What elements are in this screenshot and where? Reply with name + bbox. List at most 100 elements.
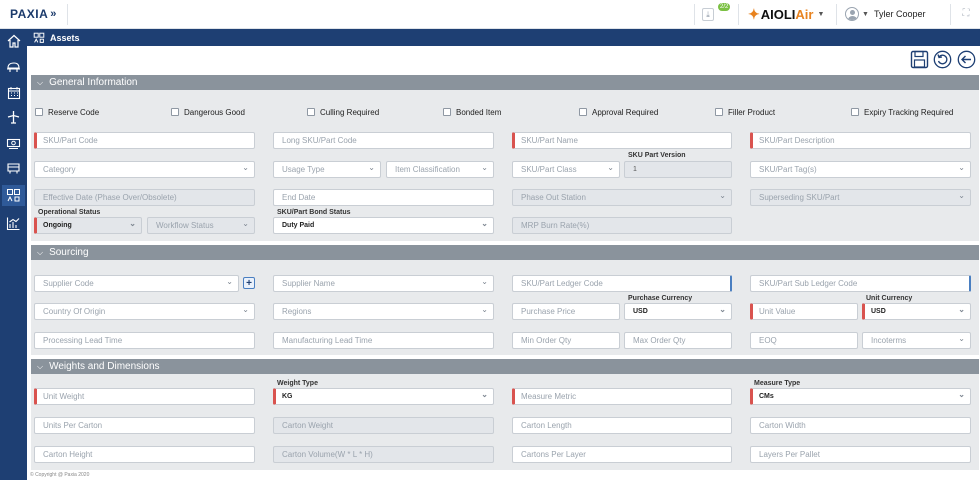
checkbox[interactable] bbox=[851, 108, 859, 116]
save-icon[interactable] bbox=[910, 50, 929, 69]
workflow-status-select[interactable]: Workflow Status bbox=[147, 217, 255, 234]
refresh-icon[interactable] bbox=[933, 50, 952, 69]
sku-part-version-field: 1 bbox=[624, 161, 732, 178]
download-icon[interactable]: ⤓ bbox=[702, 8, 714, 21]
end-date-field[interactable]: End Date bbox=[273, 189, 494, 206]
checkbox[interactable] bbox=[579, 108, 587, 116]
bond-status-select[interactable]: Duty Paid bbox=[273, 217, 494, 234]
supplier-name-select[interactable]: Supplier Name bbox=[273, 275, 494, 292]
assets-icon[interactable] bbox=[2, 185, 25, 206]
section-weights-and-dimensions[interactable]: ⌵ Weights and Dimensions bbox=[31, 359, 979, 374]
purchase-currency-label: Purchase Currency bbox=[628, 295, 693, 302]
carton-height-field[interactable]: Carton Height bbox=[34, 446, 255, 463]
report-chart-icon[interactable] bbox=[5, 215, 22, 232]
manufacturing-lead-time-field[interactable]: Manufacturing Lead Time bbox=[273, 332, 494, 349]
superseding-sku-part-select[interactable]: Superseding SKU/Part bbox=[750, 189, 971, 206]
incoterms-select[interactable]: Incoterms bbox=[862, 332, 971, 349]
checkbox-label: Bonded Item bbox=[456, 107, 502, 117]
user-menu[interactable]: ▼ Tyler Cooper bbox=[845, 7, 925, 21]
divider bbox=[836, 4, 837, 25]
divider bbox=[67, 4, 68, 25]
country-of-origin-select[interactable]: Country Of Origin bbox=[34, 303, 255, 320]
logo-text: PAXIA bbox=[10, 7, 49, 21]
checkbox-approval-required[interactable]: Approval Required bbox=[579, 106, 658, 118]
checkbox-label: Approval Required bbox=[592, 107, 659, 117]
sku-part-name-field[interactable]: SKU/Part Name bbox=[512, 132, 732, 149]
copyright-footer: © Copyright @ Paxia 2020 bbox=[30, 472, 90, 478]
min-order-qty-field[interactable]: Min Order Qty bbox=[512, 332, 620, 349]
checkbox[interactable] bbox=[171, 108, 179, 116]
usage-type-select[interactable]: Usage Type bbox=[273, 161, 381, 178]
sku-part-version-label: SKU Part Version bbox=[628, 152, 686, 159]
logo-chevron-icon: » bbox=[50, 8, 57, 20]
plane-icon[interactable] bbox=[5, 109, 22, 126]
paxia-logo[interactable]: PAXIA » bbox=[10, 7, 57, 21]
sku-part-description-field[interactable]: SKU/Part Description bbox=[750, 132, 971, 149]
chevron-down-icon: ⌵ bbox=[37, 361, 44, 371]
regions-select[interactable]: Regions bbox=[273, 303, 494, 320]
sku-part-code-field[interactable]: SKU/Part Code bbox=[34, 132, 255, 149]
layers-per-pallet-field[interactable]: Layers Per Pallet bbox=[750, 446, 971, 463]
unit-currency-label: Unit Currency bbox=[866, 295, 913, 302]
carton-length-field[interactable]: Carton Length bbox=[512, 417, 732, 434]
fullscreen-icon[interactable]: ⛶ bbox=[960, 8, 972, 20]
checkbox-filler-product[interactable]: Filler Product bbox=[715, 106, 775, 118]
sub-ledger-code-field[interactable]: SKU/Part Sub Ledger Code bbox=[750, 275, 971, 292]
max-order-qty-field[interactable]: Max Order Qty bbox=[624, 332, 732, 349]
unit-weight-field[interactable]: Unit Weight bbox=[34, 388, 255, 405]
checkbox[interactable] bbox=[715, 108, 723, 116]
back-arrow-icon[interactable] bbox=[957, 50, 976, 69]
section-general-information[interactable]: ⌵ General Information bbox=[31, 75, 979, 90]
home-icon[interactable] bbox=[5, 32, 22, 49]
checkbox[interactable] bbox=[307, 108, 315, 116]
chevron-down-icon: ⌵ bbox=[37, 247, 44, 257]
truck-icon[interactable] bbox=[5, 159, 22, 176]
purchase-currency-select[interactable]: USD bbox=[624, 303, 732, 320]
section-title: General Information bbox=[49, 77, 138, 88]
checkbox-expiry-tracking-required[interactable]: Expiry Tracking Required bbox=[851, 106, 953, 118]
brand-name-part1: AIOLI bbox=[760, 7, 796, 22]
phase-out-station-select[interactable]: Phase Out Station bbox=[512, 189, 732, 206]
supplier-code-select[interactable]: Supplier Code bbox=[34, 275, 239, 292]
section-sourcing[interactable]: ⌵ Sourcing bbox=[31, 245, 979, 260]
units-per-carton-field[interactable]: Units Per Carton bbox=[34, 417, 255, 434]
weight-type-select[interactable]: KG bbox=[273, 388, 494, 405]
client-brand-switcher[interactable]: ✦ AIOLI Air ▼ bbox=[748, 6, 824, 23]
checkbox-culling-required[interactable]: Culling Required bbox=[307, 106, 379, 118]
item-classification-select[interactable]: Item Classification bbox=[386, 161, 494, 178]
measure-type-select[interactable]: CMs bbox=[750, 388, 971, 405]
measure-metric-field[interactable]: Measure Metric bbox=[512, 388, 732, 405]
category-select[interactable]: Category bbox=[34, 161, 255, 178]
carton-volume-field: Carton Volume(W * L * H) bbox=[273, 446, 494, 463]
operational-status-label: Operational Status bbox=[38, 209, 101, 216]
weight-type-label: Weight Type bbox=[277, 380, 318, 387]
checkbox-bonded-item[interactable]: Bonded Item bbox=[443, 106, 501, 118]
add-supplier-button[interactable]: + bbox=[243, 277, 255, 289]
carton-weight-field: Carton Weight bbox=[273, 417, 494, 434]
checkbox[interactable] bbox=[443, 108, 451, 116]
measure-type-label: Measure Type bbox=[754, 380, 801, 387]
long-sku-part-code-field[interactable]: Long SKU/Part Code bbox=[273, 132, 494, 149]
aircraft-icon[interactable] bbox=[5, 58, 22, 75]
eoq-field[interactable]: EOQ bbox=[750, 332, 858, 349]
processing-lead-time-field[interactable]: Processing Lead Time bbox=[34, 332, 255, 349]
chevron-down-icon: ▼ bbox=[862, 10, 869, 18]
section-title: Weights and Dimensions bbox=[49, 361, 160, 372]
calendar-icon[interactable] bbox=[5, 84, 22, 101]
carton-width-field[interactable]: Carton Width bbox=[750, 417, 971, 434]
checkbox[interactable] bbox=[35, 108, 43, 116]
ledger-code-field[interactable]: SKU/Part Ledger Code bbox=[512, 275, 732, 292]
checkbox-dangerous-good[interactable]: Dangerous Good bbox=[171, 106, 245, 118]
operational-status-select[interactable]: Ongoing bbox=[34, 217, 142, 234]
purchase-price-field[interactable]: Purchase Price bbox=[512, 303, 620, 320]
sku-part-tags-select[interactable]: SKU/Part Tag(s) bbox=[750, 161, 971, 178]
sku-part-class-select[interactable]: SKU/Part Class bbox=[512, 161, 620, 178]
money-icon[interactable] bbox=[5, 134, 22, 151]
unit-currency-select[interactable]: USD bbox=[862, 303, 971, 320]
chevron-down-icon: ▼ bbox=[817, 11, 825, 18]
unit-value-field[interactable]: Unit Value bbox=[750, 303, 858, 320]
assets-icon bbox=[33, 32, 45, 44]
effective-date-field[interactable]: Effective Date (Phase Over/Obsolete) bbox=[34, 189, 255, 206]
checkbox-reserve-code[interactable]: Reserve Code bbox=[35, 106, 99, 118]
cartons-per-layer-field[interactable]: Cartons Per Layer bbox=[512, 446, 732, 463]
